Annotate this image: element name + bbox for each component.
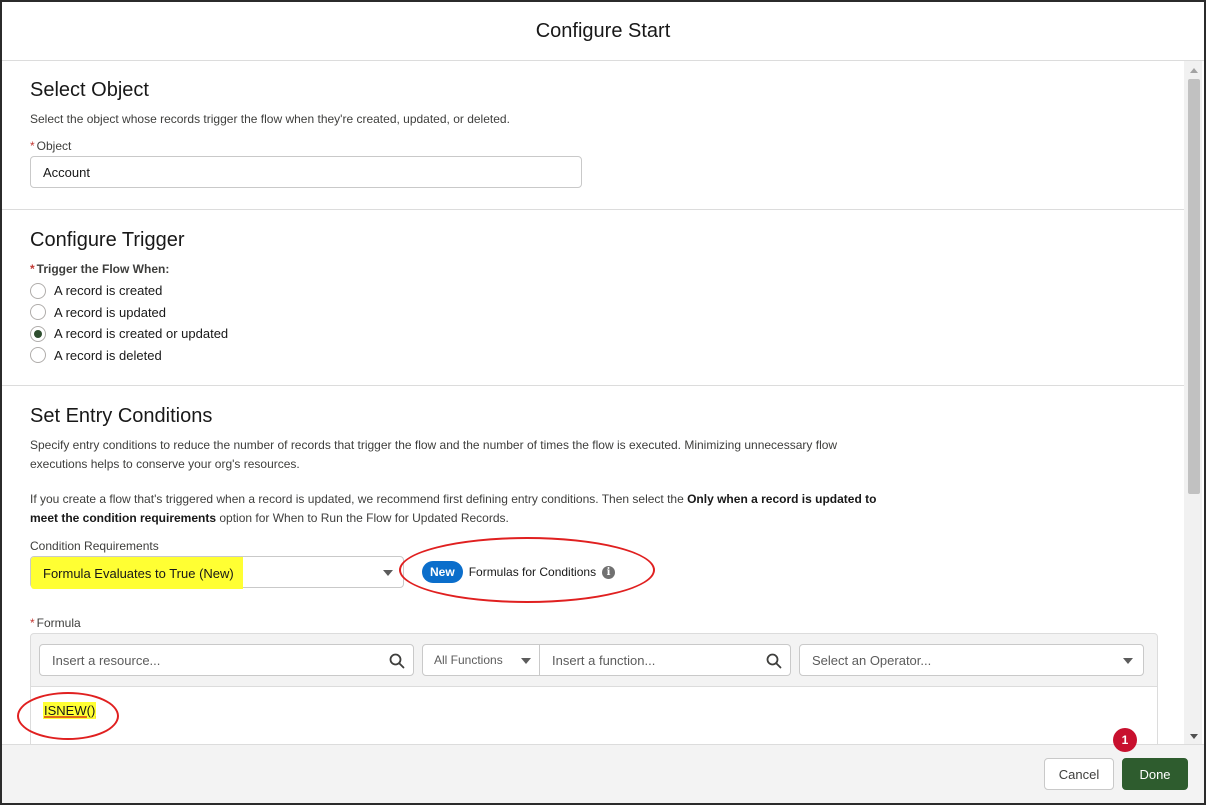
entry-conditions-section: Set Entry Conditions Specify entry condi…: [2, 386, 1186, 746]
formula-text: ISNEW(): [43, 702, 97, 719]
formula-editor[interactable]: ISNEW(): [31, 686, 1157, 746]
body-scrollbar[interactable]: [1184, 61, 1202, 746]
condition-row: Formula Evaluates to True (New) New Form…: [30, 556, 1158, 589]
new-badge: New: [422, 561, 463, 583]
radio-option-created[interactable]: A record is created: [30, 280, 1158, 302]
object-label-text: Object: [36, 139, 72, 153]
operator-placeholder: Select an Operator...: [812, 652, 932, 668]
radio-option-deleted[interactable]: A record is deleted: [30, 345, 1158, 367]
radio-button[interactable]: [30, 304, 46, 321]
radio-button[interactable]: [30, 347, 46, 364]
modal-footer: Cancel Done: [2, 744, 1204, 803]
scrollbar-thumb[interactable]: [1188, 79, 1200, 494]
configure-start-modal: Configure Start Select Object Select the…: [0, 0, 1206, 805]
object-label: * Object: [30, 139, 1158, 153]
scroll-down-icon[interactable]: [1190, 734, 1198, 739]
modal-header: Configure Start: [2, 2, 1204, 61]
condition-requirements-select[interactable]: Formula Evaluates to True (New): [30, 556, 404, 589]
entry-conditions-title: Set Entry Conditions: [30, 405, 213, 427]
object-input[interactable]: Account: [30, 156, 582, 188]
formula-label-text: Formula: [36, 616, 81, 630]
chevron-down-icon: [383, 570, 393, 576]
radio-button-selected[interactable]: [30, 325, 46, 342]
trigger-label: * Trigger the Flow When:: [30, 262, 1158, 276]
cancel-button[interactable]: Cancel: [1044, 758, 1114, 790]
condition-value: Formula Evaluates to True (New): [31, 557, 243, 589]
new-feature-callout: New Formulas for Conditions i: [422, 561, 616, 583]
select-object-help: Select the object whose records trigger …: [30, 112, 510, 126]
chevron-down-icon: [521, 658, 531, 664]
recommendation-suffix: option for When to Run the Flow for Upda…: [216, 511, 509, 525]
radio-label: A record is deleted: [54, 347, 162, 363]
functions-category-select[interactable]: All Functions: [422, 644, 540, 676]
formula-builder: Insert a resource... All Functions Inser…: [30, 633, 1158, 746]
step-number-badge: 1: [1113, 728, 1137, 752]
formula-label: * Formula: [30, 616, 1158, 630]
select-object-section: Select Object Select the object whose re…: [2, 61, 1186, 210]
resource-placeholder: Insert a resource...: [52, 652, 161, 668]
select-object-title: Select Object: [30, 79, 149, 101]
object-value: Account: [43, 164, 90, 180]
required-asterisk: *: [30, 616, 35, 630]
condition-requirements-label: Condition Requirements: [30, 539, 159, 553]
trigger-label-text: Trigger the Flow When:: [36, 262, 170, 276]
resource-search-input[interactable]: Insert a resource...: [39, 644, 414, 676]
new-feature-text: Formulas for Conditions: [468, 565, 597, 579]
operator-select[interactable]: Select an Operator...: [799, 644, 1144, 676]
required-asterisk: *: [30, 262, 35, 276]
radio-button[interactable]: [30, 282, 46, 299]
entry-conditions-help: Specify entry conditions to reduce the n…: [30, 438, 838, 471]
configure-trigger-title: Configure Trigger: [30, 229, 185, 251]
search-icon: [389, 653, 405, 669]
function-placeholder: Insert a function...: [552, 652, 656, 668]
radio-label: A record is created: [54, 283, 163, 299]
functions-select-value: All Functions: [434, 653, 503, 667]
done-button[interactable]: Done: [1122, 758, 1188, 790]
info-icon[interactable]: i: [602, 565, 616, 579]
radio-label: A record is created or updated: [54, 326, 229, 342]
configure-trigger-section: Configure Trigger * Trigger the Flow When…: [2, 210, 1186, 386]
required-asterisk: *: [30, 139, 35, 153]
radio-option-created-or-updated[interactable]: A record is created or updated: [30, 323, 1158, 345]
scroll-up-icon[interactable]: [1190, 68, 1198, 73]
entry-conditions-recommendation: If you create a flow that's triggered wh…: [30, 490, 890, 528]
function-search-input[interactable]: Insert a function...: [540, 644, 791, 676]
chevron-down-icon: [1123, 658, 1133, 664]
formula-toolbar: Insert a resource... All Functions Inser…: [31, 634, 1157, 686]
search-icon: [766, 653, 782, 669]
modal-title: Configure Start: [535, 19, 671, 42]
trigger-radio-group: A record is created A record is updated …: [30, 280, 1158, 366]
modal-body: Select Object Select the object whose re…: [2, 61, 1186, 746]
recommendation-prefix: If you create a flow that's triggered wh…: [30, 492, 688, 506]
radio-option-updated[interactable]: A record is updated: [30, 302, 1158, 324]
radio-label: A record is updated: [54, 304, 167, 320]
